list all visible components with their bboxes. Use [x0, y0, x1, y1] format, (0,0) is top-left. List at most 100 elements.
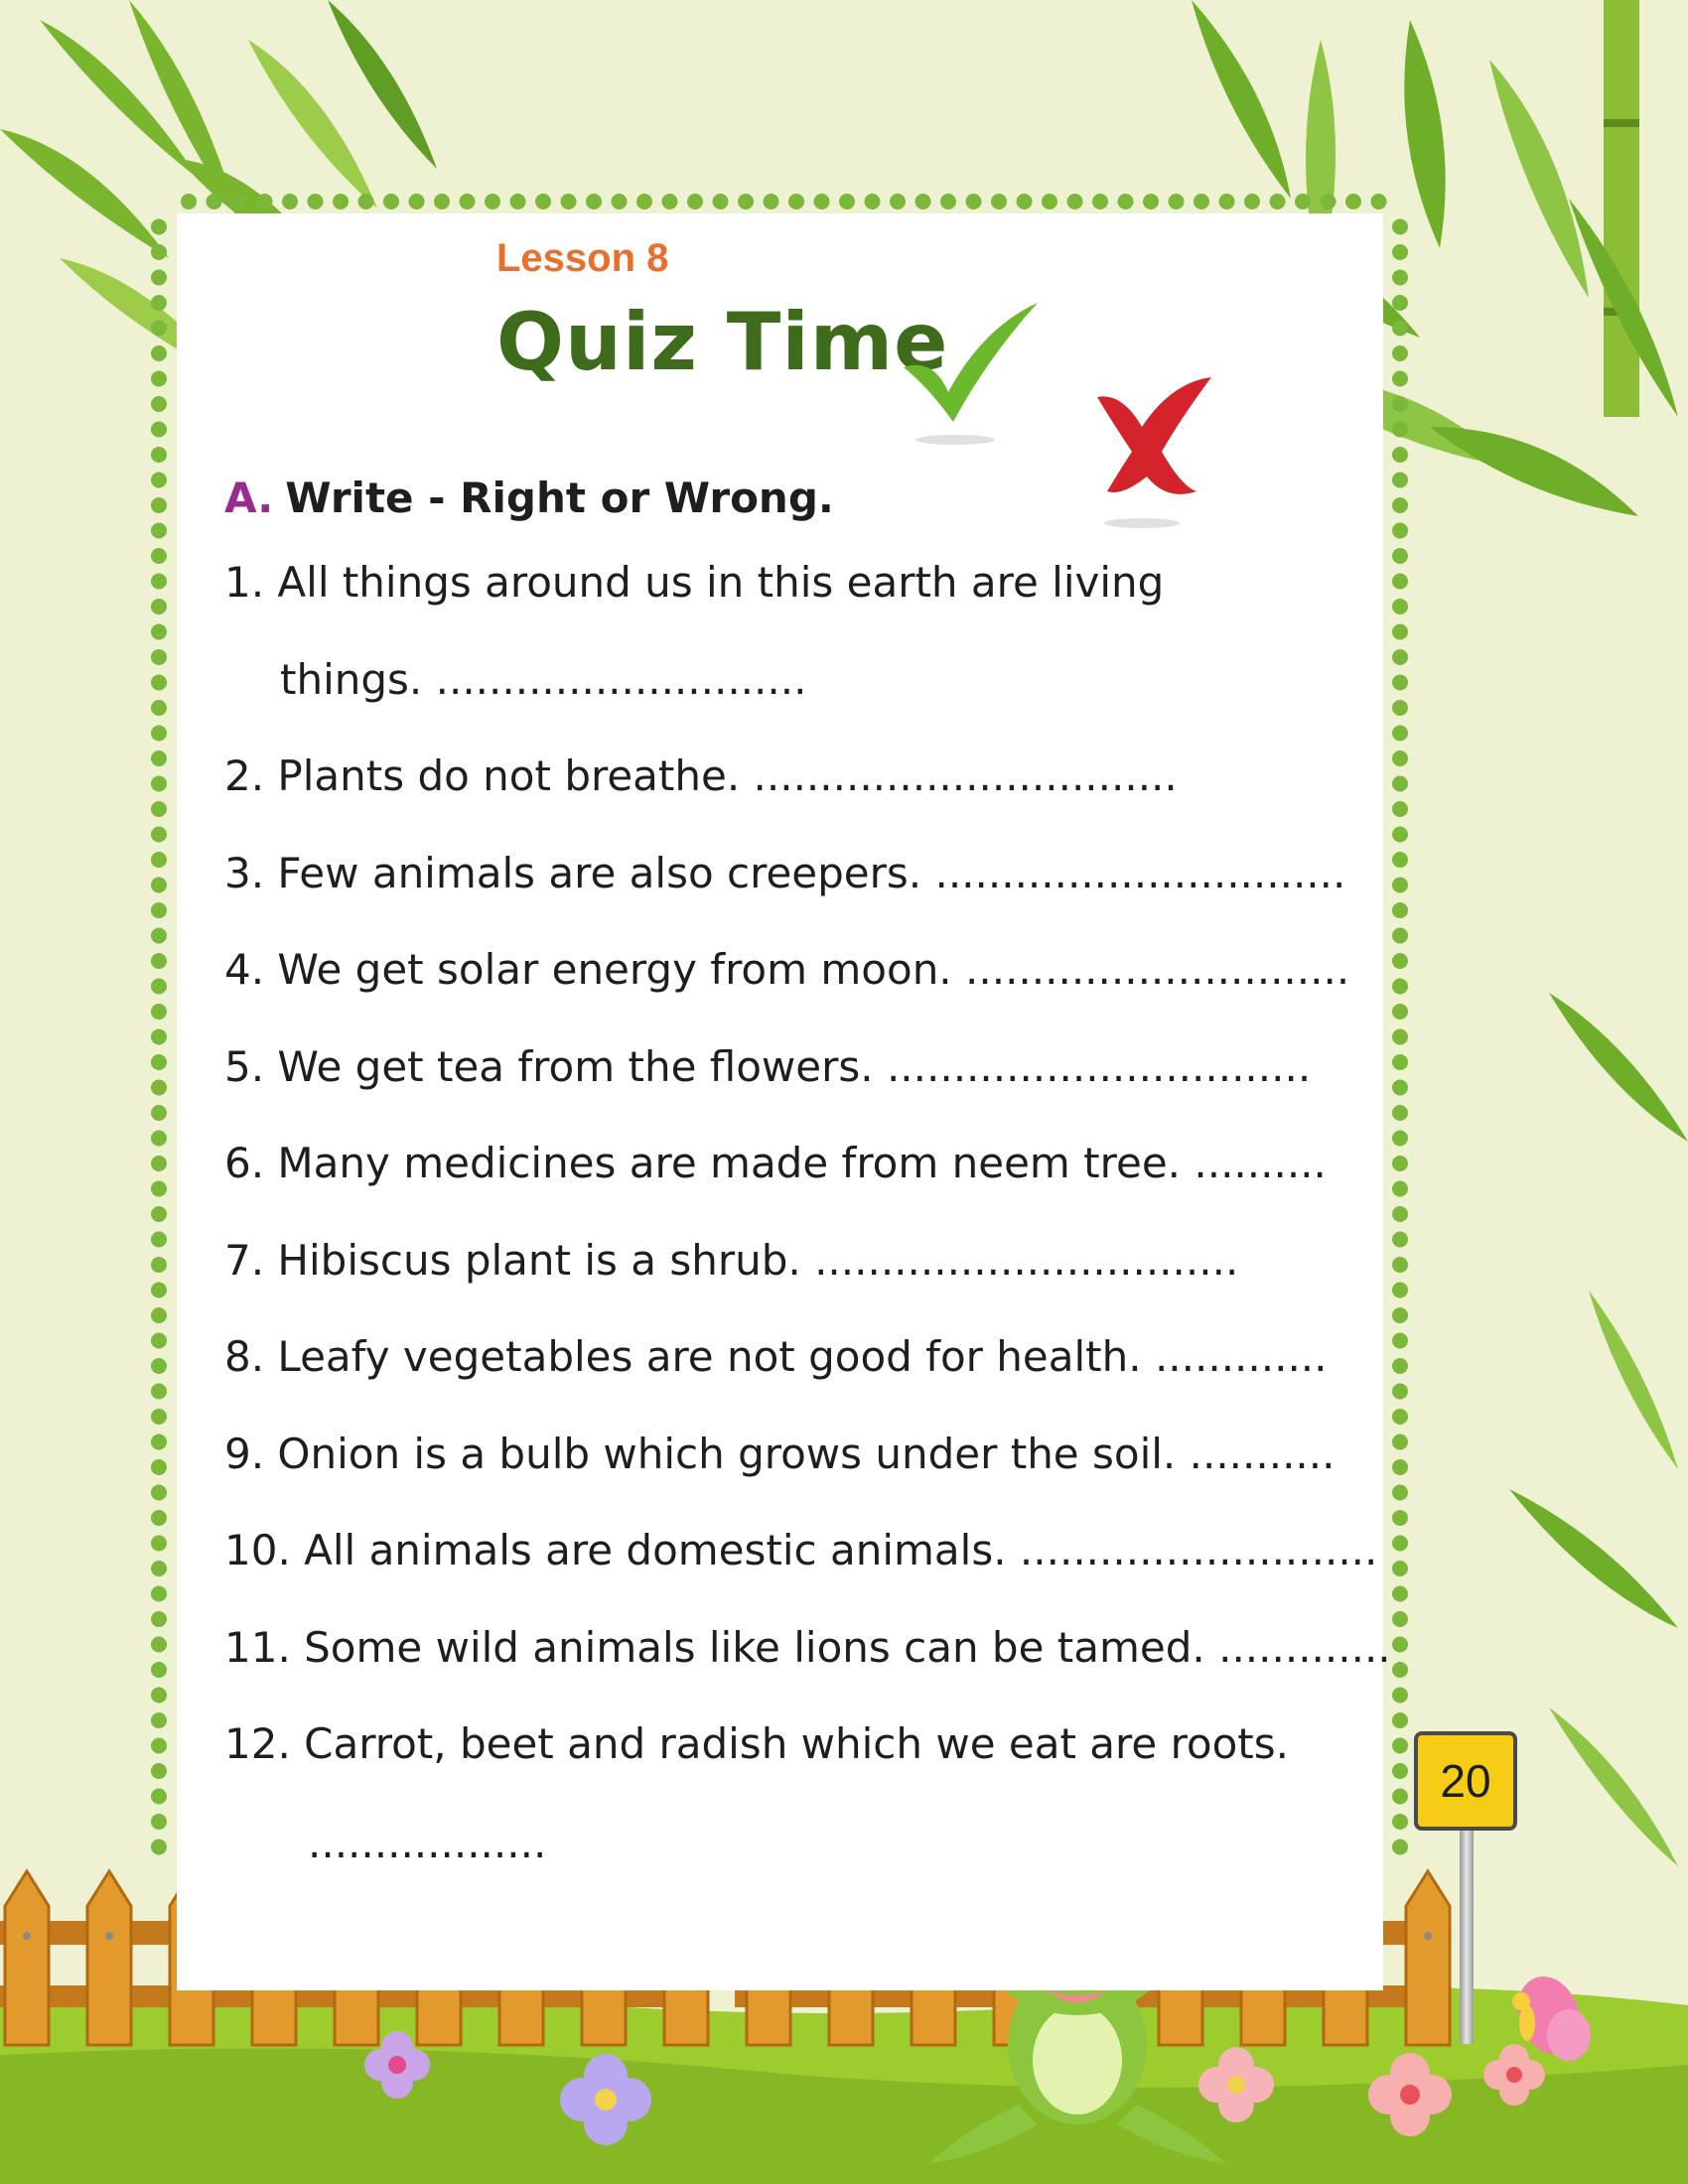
border-dot — [1392, 1206, 1408, 1222]
border-dot — [1392, 1510, 1408, 1526]
border-dot — [1392, 801, 1408, 817]
border-dot — [1392, 421, 1408, 438]
border-dot — [940, 194, 956, 209]
border-dot — [1392, 599, 1408, 614]
border-dot — [509, 194, 526, 209]
border-dot — [864, 194, 881, 209]
border-dot — [1117, 194, 1134, 209]
fence-picket — [3, 1868, 51, 2047]
border-dot — [1392, 218, 1408, 235]
section-text: Write - Right or Wrong. — [285, 474, 834, 522]
border-dot — [1392, 1130, 1408, 1147]
border-dot — [1392, 751, 1408, 766]
border-dot — [383, 194, 399, 209]
border-dot — [151, 801, 167, 817]
border-dot — [151, 1687, 167, 1704]
border-dot — [151, 1383, 167, 1400]
border-dot — [151, 902, 167, 918]
border-dot — [151, 1737, 167, 1754]
border-dot — [151, 927, 167, 944]
border-dot — [1392, 573, 1408, 590]
border-dot — [738, 194, 754, 209]
border-dot — [687, 194, 703, 209]
border-dot — [151, 1788, 167, 1805]
border-dot — [151, 751, 167, 766]
border-dot — [1392, 1737, 1408, 1754]
question-10: 10. All animals are domestic animals. ..… — [224, 1526, 1378, 1574]
border-dot — [1194, 194, 1209, 209]
question-1-line-2: things. ............................ — [280, 655, 807, 704]
border-dot — [151, 218, 167, 235]
border-dot — [1392, 700, 1408, 716]
border-dot — [661, 194, 678, 209]
border-dot — [1392, 548, 1408, 564]
border-dot — [1392, 1383, 1408, 1400]
border-dot — [1345, 194, 1361, 209]
border-dot — [151, 497, 167, 513]
border-dot — [1392, 1585, 1408, 1602]
lesson-label: Lesson 8 — [496, 236, 669, 280]
border-dot — [151, 1054, 167, 1070]
border-dot — [151, 700, 167, 716]
border-dot — [1392, 472, 1408, 488]
border-dot — [282, 194, 298, 209]
border-dot — [151, 1358, 167, 1374]
border-dot — [1392, 1662, 1408, 1678]
border-dot — [231, 194, 247, 209]
fence-picket — [1404, 1868, 1452, 2047]
border-dot — [151, 447, 167, 463]
border-dot — [1392, 902, 1408, 918]
border-dot — [151, 244, 167, 260]
border-dot — [1392, 674, 1408, 691]
border-dot — [1269, 194, 1286, 209]
border-dot — [636, 194, 652, 209]
border-dot — [151, 599, 167, 614]
border-dot — [151, 1712, 167, 1728]
border-dot — [1392, 1054, 1408, 1070]
border-dot — [151, 1105, 167, 1121]
border-dot — [307, 194, 324, 209]
fence-picket — [85, 1868, 133, 2047]
border-dot — [151, 978, 167, 995]
question-8: 8. Leafy vegetables are not good for hea… — [224, 1332, 1328, 1381]
border-dot — [333, 194, 349, 209]
border-dot — [151, 345, 167, 361]
border-dot — [1092, 194, 1108, 209]
border-dot — [991, 194, 1007, 209]
border-dot — [151, 1611, 167, 1627]
bamboo-leaves-right — [1509, 993, 1688, 1866]
border-dot — [1042, 194, 1057, 209]
border-dot — [1392, 345, 1408, 361]
section-heading: A. Write - Right or Wrong. — [224, 474, 834, 522]
border-dot — [151, 1459, 167, 1475]
border-dot — [1392, 1687, 1408, 1704]
border-dot — [151, 1409, 167, 1425]
border-dot — [151, 1585, 167, 1602]
border-dot — [181, 194, 197, 209]
border-dot — [151, 573, 167, 590]
question-4: 4. We get solar energy from moon. ......… — [224, 945, 1350, 994]
border-dot — [1392, 877, 1408, 893]
border-dot — [206, 194, 222, 209]
border-dot — [459, 194, 476, 209]
border-dot — [151, 1763, 167, 1779]
border-dot — [1392, 1561, 1408, 1576]
border-dot — [151, 320, 167, 337]
border-dot — [1392, 396, 1408, 412]
border-dot — [151, 775, 167, 792]
border-dot — [151, 370, 167, 387]
border-dot — [1392, 370, 1408, 387]
border-dot — [1392, 1839, 1408, 1855]
border-dot — [151, 1561, 167, 1576]
border-dot — [151, 1814, 167, 1830]
border-dot — [151, 1662, 167, 1678]
border-dot — [151, 1636, 167, 1653]
border-dot — [151, 1156, 167, 1171]
border-dot — [813, 194, 830, 209]
border-dot — [151, 548, 167, 564]
border-dot — [1392, 927, 1408, 944]
border-dot — [1392, 1814, 1408, 1830]
border-dot — [1295, 194, 1311, 209]
border-dot — [408, 194, 425, 209]
border-dot — [1392, 826, 1408, 843]
